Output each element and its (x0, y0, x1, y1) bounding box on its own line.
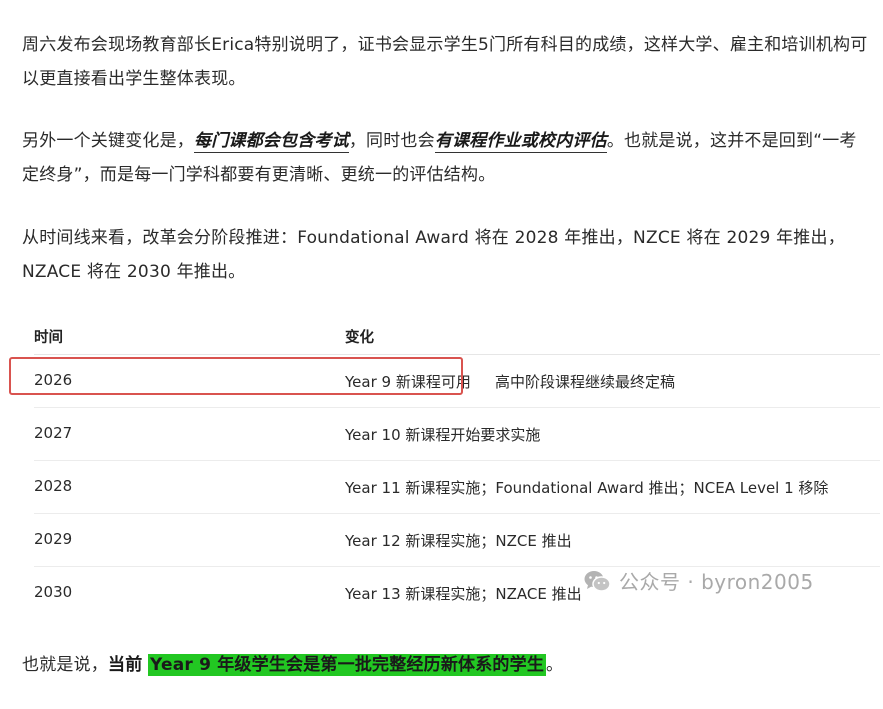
highlight-first-cohort: Year 9 年级学生会是第一批完整经历新体系的学生 (148, 654, 547, 676)
emphasis-coursework: 有课程作业或校内评估 (434, 131, 607, 153)
key-change-intro: 另外一个关键变化是， (22, 131, 194, 151)
row-year: 2029 (34, 530, 73, 548)
row-year: 2027 (34, 424, 73, 442)
header-time: 时间 (34, 330, 63, 346)
row-highlight-box (9, 357, 463, 395)
key-change-middle: ，同时也会 (348, 131, 435, 151)
row-year: 2028 (34, 477, 73, 495)
watermark: 公众号 · byron2005 (583, 566, 814, 595)
conclusion-intro: 也就是说， (22, 655, 108, 675)
row-change: Year 10 新课程开始要求实施 (345, 426, 541, 444)
watermark-text: 公众号 · byron2005 (619, 570, 814, 594)
paragraph-key-change: 另外一个关键变化是，每门课都会包含考试，同时也会有课程作业或校内评估。也就是说，… (22, 124, 870, 192)
conclusion-current: 当前 (108, 655, 143, 675)
row-note: 高中阶段课程继续最终定稿 (495, 373, 676, 391)
wechat-icon (584, 570, 611, 592)
paragraph-certificate: 周六发布会现场教育部长Erica特别说明了，证书会显示学生5门所有科目的成绩，这… (22, 35, 868, 89)
emphasis-exams: 每门课都会包含考试 (194, 131, 349, 153)
row-year: 2030 (34, 583, 73, 601)
table-row: 2027 Year 10 新课程开始要求实施 (34, 408, 880, 461)
row-change: Year 13 新课程实施；NZACE 推出 (345, 585, 582, 603)
table-row: 2029 Year 12 新课程实施；NZCE 推出 (34, 514, 880, 567)
row-change: Year 11 新课程实施；Foundational Award 推出；NCEA… (345, 479, 829, 497)
header-change: 变化 (345, 330, 374, 346)
paragraph-timeline-intro: 从时间线来看，改革会分阶段推进：Foundational Award 将在 20… (22, 228, 845, 282)
timeline-header: 时间 变化 (34, 318, 880, 355)
paragraph-conclusion: 也就是说，当前 Year 9 年级学生会是第一批完整经历新体系的学生。 (22, 648, 870, 682)
table-row: 2028 Year 11 新课程实施；Foundational Award 推出… (34, 461, 880, 514)
conclusion-end: 。 (546, 655, 564, 675)
row-change: Year 12 新课程实施；NZCE 推出 (345, 532, 572, 550)
